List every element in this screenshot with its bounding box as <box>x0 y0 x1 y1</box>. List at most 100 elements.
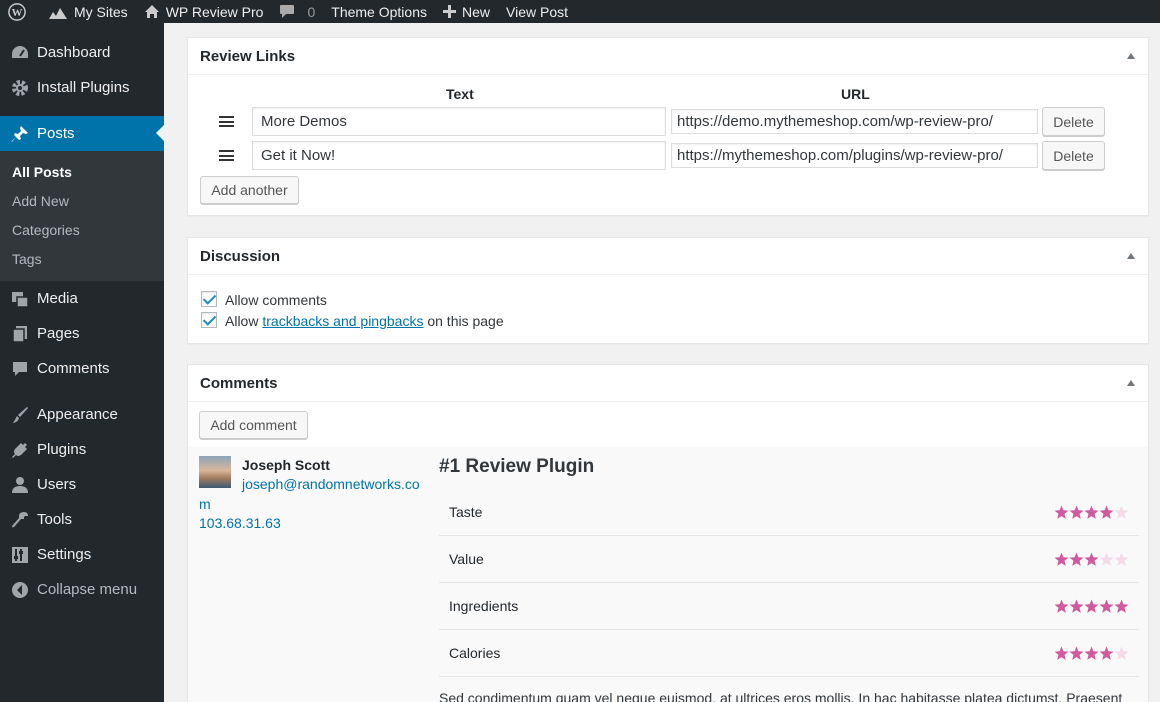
home-icon <box>144 5 159 18</box>
my-sites-menu[interactable]: My Sites <box>40 0 136 23</box>
delete-link-button[interactable]: Delete <box>1042 107 1105 136</box>
criterion-label: Value <box>449 551 484 567</box>
pages-icon <box>10 324 30 344</box>
star-filled-icon <box>1084 599 1099 613</box>
review-criterion-row: Ingredients <box>439 583 1139 630</box>
star-filled-icon <box>1054 505 1069 519</box>
url-column-header: URL <box>841 86 870 102</box>
discussion-header[interactable]: Discussion <box>188 238 1148 275</box>
star-filled-icon <box>1069 599 1084 613</box>
allow-prefix-text: Allow <box>225 313 259 329</box>
submenu-all-posts[interactable]: All Posts <box>0 157 164 186</box>
comment-author-ip-link[interactable]: 103.68.31.63 <box>199 514 281 533</box>
review-links-header[interactable]: Review Links <box>188 38 1148 75</box>
svg-text:W: W <box>12 7 23 19</box>
criterion-label: Calories <box>449 645 501 661</box>
star-filled-icon <box>1069 552 1084 566</box>
brush-icon <box>10 405 30 425</box>
sidebar-item-plugins[interactable]: Plugins <box>0 432 164 467</box>
comments-count: 0 <box>307 3 316 20</box>
submenu-tags[interactable]: Tags <box>0 244 164 273</box>
star-filled-icon <box>1084 552 1099 566</box>
settings-icon <box>10 545 30 565</box>
comment-row: Joseph Scott joseph@randomnetworks.co m … <box>188 447 1148 702</box>
my-sites-icon <box>49 7 67 19</box>
review-links-title: Review Links <box>200 47 296 65</box>
sidebar-item-media[interactable]: Media <box>0 281 164 316</box>
star-empty-icon <box>1114 646 1129 660</box>
add-another-link-button[interactable]: Add another <box>200 176 299 204</box>
sidebar-item-appearance[interactable]: Appearance <box>0 397 164 432</box>
sidebar-item-label: Tools <box>37 511 73 528</box>
discussion-title: Discussion <box>200 247 281 265</box>
sidebar-item-posts[interactable]: Posts <box>0 116 164 151</box>
star-rating <box>1054 599 1129 614</box>
view-post-label: View Post <box>506 3 568 20</box>
collapse-arrow-icon <box>10 580 30 600</box>
comment-author-email-continued[interactable]: m <box>199 495 211 514</box>
collapse-menu-label: Collapse menu <box>37 581 138 598</box>
sidebar-item-label: Comments <box>37 360 110 377</box>
theme-options-menu[interactable]: Theme Options <box>323 0 435 23</box>
link-text-input[interactable]: Get it Now! <box>252 141 666 170</box>
submenu-add-new[interactable]: Add New <box>0 186 164 215</box>
star-filled-icon <box>1084 505 1099 519</box>
star-filled-icon <box>1069 505 1084 519</box>
comment-author-name: Joseph Scott <box>242 457 330 473</box>
criterion-label: Ingredients <box>449 598 519 614</box>
comment-author-email-link[interactable]: joseph@randomnetworks.co <box>242 475 420 494</box>
sidebar-item-install-plugins[interactable]: Install Plugins <box>0 70 164 105</box>
sidebar-item-tools[interactable]: Tools <box>0 502 164 537</box>
collapse-toggle-icon[interactable] <box>1127 380 1135 386</box>
new-content-menu[interactable]: New <box>435 0 498 23</box>
add-comment-button[interactable]: Add comment <box>199 411 308 439</box>
allow-comments-checkbox[interactable] <box>201 291 217 307</box>
discussion-box: Discussion Allow comments Allow trackbac… <box>187 237 1149 344</box>
link-text-input[interactable]: More Demos <box>252 107 666 136</box>
collapse-toggle-icon[interactable] <box>1127 253 1135 259</box>
review-comment-text: Sed condimentum quam vel neque euismod, … <box>439 690 1123 702</box>
trackbacks-pingbacks-link[interactable]: trackbacks and pingbacks <box>262 313 423 329</box>
link-url-input[interactable]: https://demo.mythemeshop.com/wp-review-p… <box>671 109 1038 134</box>
admin-sidebar: Dashboard Install Plugins Posts All Post… <box>0 23 164 702</box>
star-rating <box>1054 505 1129 520</box>
wordpress-logo-icon[interactable]: W <box>0 0 40 23</box>
review-criterion-row: Taste <box>439 489 1139 536</box>
sidebar-item-label: Posts <box>37 125 75 142</box>
star-rating <box>1054 646 1129 661</box>
review-title: #1 Review Plugin <box>439 456 595 477</box>
link-url-input[interactable]: https://mythemeshop.com/plugins/wp-revie… <box>671 143 1038 168</box>
text-column-header: Text <box>446 86 474 102</box>
comments-header[interactable]: Comments <box>188 365 1148 402</box>
comments-menu[interactable]: 0 <box>271 0 323 23</box>
theme-options-label: Theme Options <box>331 3 427 20</box>
view-post-link[interactable]: View Post <box>498 0 576 23</box>
drag-handle-icon[interactable] <box>219 150 234 161</box>
sidebar-item-comments[interactable]: Comments <box>0 351 164 386</box>
drag-handle-icon[interactable] <box>219 116 234 127</box>
comments-box: Comments Add comment Joseph Scott joseph… <box>187 364 1149 702</box>
sidebar-item-settings[interactable]: Settings <box>0 537 164 572</box>
star-filled-icon <box>1114 599 1129 613</box>
plus-icon <box>442 5 456 18</box>
sidebar-item-label: Appearance <box>37 406 118 423</box>
gear-icon <box>10 78 30 98</box>
sidebar-item-dashboard[interactable]: Dashboard <box>0 35 164 70</box>
sidebar-item-users[interactable]: Users <box>0 467 164 502</box>
allow-comments-label: Allow comments <box>225 292 327 308</box>
star-filled-icon <box>1084 646 1099 660</box>
submenu-categories[interactable]: Categories <box>0 215 164 244</box>
delete-link-button[interactable]: Delete <box>1042 141 1105 170</box>
criterion-label: Taste <box>449 504 483 520</box>
email-line-1: joseph@randomnetworks.co <box>242 476 420 492</box>
star-filled-icon <box>1099 599 1114 613</box>
sidebar-item-label: Media <box>37 290 78 307</box>
star-filled-icon <box>1054 646 1069 660</box>
sidebar-item-pages[interactable]: Pages <box>0 316 164 351</box>
allow-pingbacks-checkbox[interactable] <box>201 312 217 328</box>
site-name-menu[interactable]: WP Review Pro <box>136 0 272 23</box>
star-filled-icon <box>1099 505 1114 519</box>
collapse-toggle-icon[interactable] <box>1127 53 1135 59</box>
dashboard-icon <box>10 43 30 63</box>
collapse-menu-button[interactable]: Collapse menu <box>0 572 164 607</box>
